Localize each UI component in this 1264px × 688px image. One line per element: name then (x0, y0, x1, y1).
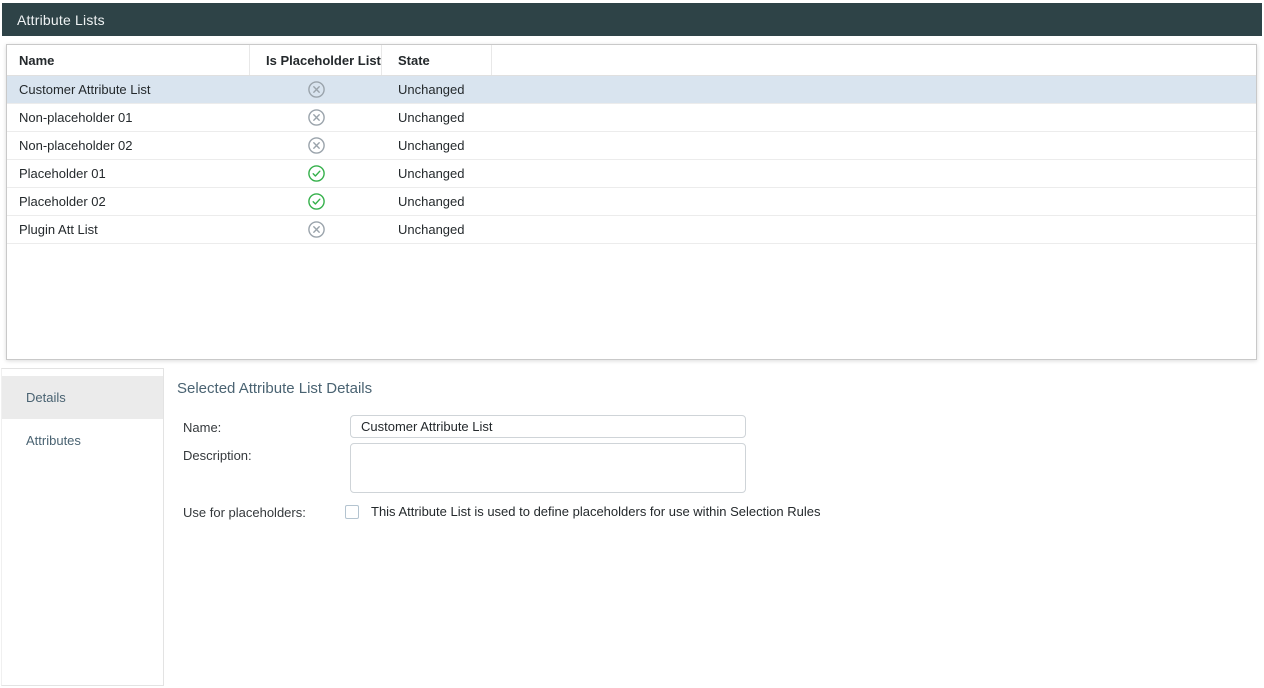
column-header-state[interactable]: State (382, 45, 492, 75)
row-name-cell: Non-placeholder 02 (7, 138, 250, 153)
table-row[interactable]: Customer Attribute List Unchanged (7, 76, 1256, 104)
row-state-cell: Unchanged (382, 166, 492, 181)
table-row[interactable]: Plugin Att List Unchanged (7, 216, 1256, 244)
description-input[interactable] (350, 443, 746, 493)
row-state-cell: Unchanged (382, 138, 492, 153)
row-placeholder-cell (250, 165, 382, 182)
row-state-cell: Unchanged (382, 194, 492, 209)
column-header-is-placeholder-list[interactable]: Is Placeholder List (250, 45, 382, 75)
table-header-row: Name Is Placeholder List State (7, 45, 1256, 76)
row-name-cell: Placeholder 02 (7, 194, 250, 209)
circle-x-icon (308, 137, 325, 154)
panel-title: Attribute Lists (17, 12, 105, 28)
row-state-cell: Unchanged (382, 222, 492, 237)
use-for-placeholders-checkbox[interactable] (345, 505, 359, 519)
table-row[interactable]: Placeholder 01 Unchanged (7, 160, 1256, 188)
circle-x-icon (308, 109, 325, 126)
column-header-name[interactable]: Name (7, 45, 250, 75)
row-placeholder-cell (250, 81, 382, 98)
row-placeholder-cell (250, 137, 382, 154)
description-field-label: Description: (183, 448, 252, 463)
row-name-cell: Non-placeholder 01 (7, 110, 250, 125)
row-state-cell: Unchanged (382, 82, 492, 97)
circle-check-icon (308, 165, 325, 182)
panel-title-bar: Attribute Lists (2, 3, 1262, 36)
row-state-cell: Unchanged (382, 110, 492, 125)
row-name-cell: Plugin Att List (7, 222, 250, 237)
detail-panel: Details Attributes Selected Attribute Li… (0, 368, 1264, 688)
circle-x-icon (308, 81, 325, 98)
circle-check-icon (308, 193, 325, 210)
tab-attributes[interactable]: Attributes (2, 419, 163, 462)
circle-x-icon (308, 221, 325, 238)
row-placeholder-cell (250, 109, 382, 126)
table-row[interactable]: Non-placeholder 01 Unchanged (7, 104, 1256, 132)
detail-tabs-sidebar: Details Attributes (1, 368, 164, 686)
use-for-placeholders-text: This Attribute List is used to define pl… (371, 504, 820, 519)
row-name-cell: Placeholder 01 (7, 166, 250, 181)
table-row[interactable]: Placeholder 02 Unchanged (7, 188, 1256, 216)
details-heading: Selected Attribute List Details (177, 380, 372, 397)
name-input[interactable] (350, 415, 746, 438)
table-body: Customer Attribute List Unchanged Non-pl… (7, 76, 1256, 244)
table-row[interactable]: Non-placeholder 02 Unchanged (7, 132, 1256, 160)
use-for-placeholders-row: This Attribute List is used to define pl… (345, 504, 820, 519)
row-placeholder-cell (250, 193, 382, 210)
name-field-label: Name: (183, 420, 221, 435)
details-tab-content: Selected Attribute List Details Name: De… (164, 368, 1264, 688)
column-header-filler (492, 45, 1256, 75)
row-placeholder-cell (250, 221, 382, 238)
attribute-lists-table: Name Is Placeholder List State Customer … (6, 44, 1257, 360)
use-for-placeholders-label: Use for placeholders: (183, 505, 306, 520)
tab-details[interactable]: Details (2, 376, 163, 419)
row-name-cell: Customer Attribute List (7, 82, 250, 97)
